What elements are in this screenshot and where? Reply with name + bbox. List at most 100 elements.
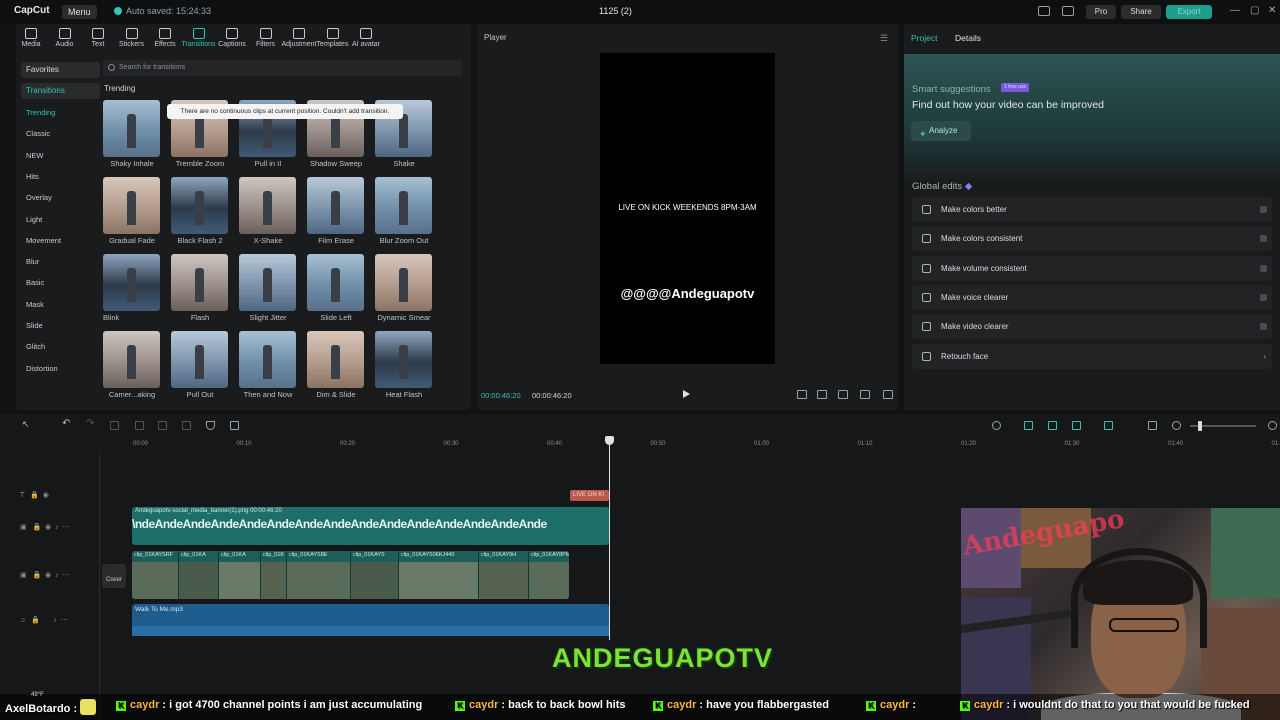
tab-ai-avatar[interactable]: AI avatar xyxy=(346,28,386,48)
video-clip-segment[interactable]: clip_01KAYS xyxy=(351,551,399,599)
overlay-image-clip[interactable]: Andeguapotv-social_media_banner(1).png 0… xyxy=(132,507,609,545)
video-clip-segment[interactable]: clip_01K xyxy=(261,551,287,599)
zoom-out-icon[interactable] xyxy=(1172,421,1181,430)
maximize-icon[interactable]: ▢ xyxy=(1250,5,1259,16)
subcategory-item[interactable]: NEW xyxy=(26,151,44,160)
analyze-button[interactable]: ✦ Analyze xyxy=(911,121,971,141)
subcategory-item[interactable]: Hits xyxy=(26,172,39,181)
subcategory-item[interactable]: Distortion xyxy=(26,364,58,373)
shortcuts-icon[interactable] xyxy=(1062,6,1074,16)
transition-thumbnail[interactable] xyxy=(103,331,160,388)
text-track-controls[interactable]: T 🔒 ◉ xyxy=(20,491,49,499)
minimize-icon[interactable]: — xyxy=(1230,5,1240,16)
zoom-in-icon[interactable] xyxy=(1268,421,1277,430)
favorites-button[interactable]: Favorites xyxy=(21,62,100,78)
transition-thumbnail[interactable] xyxy=(171,331,228,388)
toggle-switch[interactable] xyxy=(1260,235,1267,243)
ratio-icon[interactable] xyxy=(860,390,870,399)
main-track-controls[interactable]: ▣ 🔒 ◉ ♪ ⋯ xyxy=(20,571,69,579)
global-edit-item[interactable]: Make volume consistent xyxy=(912,255,1272,281)
subcategory-item[interactable]: Slide xyxy=(26,321,43,330)
zoom-slider[interactable] xyxy=(1190,421,1256,431)
magnet-icon[interactable] xyxy=(1048,421,1057,430)
undo-icon[interactable]: ↶ xyxy=(62,418,71,429)
link-icon[interactable] xyxy=(1072,421,1081,430)
transition-thumbnail[interactable] xyxy=(171,177,228,234)
transition-thumbnail[interactable] xyxy=(239,331,296,388)
global-edit-item[interactable]: Retouch face › xyxy=(912,343,1272,369)
delete-icon[interactable] xyxy=(182,421,191,430)
subcategory-item[interactable]: Mask xyxy=(26,300,44,309)
playhead[interactable] xyxy=(609,440,610,640)
video-preview[interactable]: LIVE ON KICK WEEKENDS 8PM-3AM @@@@Andegu… xyxy=(600,53,775,364)
quality-icon[interactable] xyxy=(817,390,827,399)
video-clip-segment[interactable]: clip_01KAYS06KJ440 xyxy=(399,551,479,599)
main-video-track[interactable]: clip_01KAYSRF clip_01KA clip_01KA clip_01K c… xyxy=(132,551,569,599)
toggle-switch[interactable] xyxy=(1260,206,1267,213)
transition-thumbnail[interactable] xyxy=(307,254,364,311)
tab-details[interactable]: Details xyxy=(955,33,981,43)
toggle-switch[interactable] xyxy=(1260,264,1267,272)
text-clip-live[interactable]: LIVE ON KI xyxy=(570,490,609,501)
marker-icon[interactable] xyxy=(206,421,215,430)
audio-clip[interactable]: Walk To Me.mp3 xyxy=(132,604,609,636)
transition-thumbnail[interactable] xyxy=(239,177,296,234)
subcategory-item[interactable]: Trending xyxy=(26,108,55,117)
captions-toggle-icon[interactable] xyxy=(1148,421,1157,430)
transition-thumbnail[interactable] xyxy=(307,177,364,234)
video-clip-segment[interactable]: clip_01KAY8PM4HFC459 xyxy=(529,551,569,599)
transition-thumbnail[interactable] xyxy=(103,177,160,234)
export-button[interactable]: Export xyxy=(1166,5,1212,19)
global-edit-item[interactable]: Make colors consistent xyxy=(912,226,1272,252)
video-clip-segment[interactable]: clip_01KAY9H xyxy=(479,551,529,599)
subcategory-item[interactable]: Basic xyxy=(26,278,44,287)
transition-thumbnail[interactable] xyxy=(375,254,432,311)
project-name[interactable]: 1125 (2) xyxy=(599,6,632,16)
split-icon[interactable] xyxy=(110,421,119,430)
search-input[interactable]: Search for transitions xyxy=(103,60,462,76)
redo-icon[interactable]: ↷ xyxy=(86,418,95,429)
playhead-handle[interactable] xyxy=(605,436,614,445)
split-right-icon[interactable] xyxy=(158,421,167,430)
global-edit-item[interactable]: Make voice clearer xyxy=(912,284,1272,310)
fullscreen-icon[interactable] xyxy=(883,390,893,399)
transition-thumbnail[interactable] xyxy=(307,331,364,388)
audio-track-controls[interactable]: ♫ 🔒 ♪ ⋯ xyxy=(20,616,68,624)
crop-icon[interactable] xyxy=(230,421,239,430)
play-icon[interactable] xyxy=(683,390,690,398)
transition-thumbnail[interactable] xyxy=(375,331,432,388)
subcategory-item[interactable]: Classic xyxy=(26,129,50,138)
video-clip-segment[interactable]: clip_01KAYS8E xyxy=(287,551,351,599)
subcategory-item[interactable]: Movement xyxy=(26,236,61,245)
toggle-switch[interactable] xyxy=(1260,323,1267,331)
video-clip-segment[interactable]: clip_01KA xyxy=(179,551,219,599)
preview-axis-icon[interactable] xyxy=(1104,421,1113,430)
cover-button[interactable]: Cover xyxy=(102,564,126,588)
menu-button[interactable]: Menu xyxy=(62,5,97,19)
transition-thumbnail[interactable] xyxy=(103,100,160,157)
zoom-fit-icon[interactable] xyxy=(838,390,848,399)
tab-project[interactable]: Project xyxy=(911,33,937,43)
transition-thumbnail[interactable] xyxy=(103,254,160,311)
transition-thumbnail[interactable] xyxy=(375,177,432,234)
mic-icon[interactable] xyxy=(992,421,1001,430)
player-menu-icon[interactable]: ☰ xyxy=(880,33,888,44)
pro-button[interactable]: Pro xyxy=(1086,5,1116,19)
transition-thumbnail[interactable] xyxy=(171,254,228,311)
subcategory-item[interactable]: Overlay xyxy=(26,193,52,202)
snapshot-icon[interactable] xyxy=(797,390,807,399)
video-clip-segment[interactable]: clip_01KAYSRF xyxy=(132,551,179,599)
global-edit-item[interactable]: Make video clearer xyxy=(912,314,1272,340)
overlay-track-controls[interactable]: ▣ 🔒 ◉ ♪ ⋯ xyxy=(20,523,69,531)
select-tool-icon[interactable]: ↖ xyxy=(22,419,31,429)
layout-icon[interactable] xyxy=(1038,6,1050,16)
video-clip-segment[interactable]: clip_01KA xyxy=(219,551,261,599)
transitions-category-button[interactable]: Transitions xyxy=(21,83,100,99)
global-edit-item[interactable]: Make colors better xyxy=(912,197,1272,222)
link-main-track-icon[interactable] xyxy=(1024,421,1033,430)
transition-thumbnail[interactable] xyxy=(239,254,296,311)
split-left-icon[interactable] xyxy=(135,421,144,430)
close-icon[interactable]: ✕ xyxy=(1268,5,1276,16)
subcategory-item[interactable]: Glitch xyxy=(26,342,45,351)
subcategory-item[interactable]: Light xyxy=(26,215,42,224)
